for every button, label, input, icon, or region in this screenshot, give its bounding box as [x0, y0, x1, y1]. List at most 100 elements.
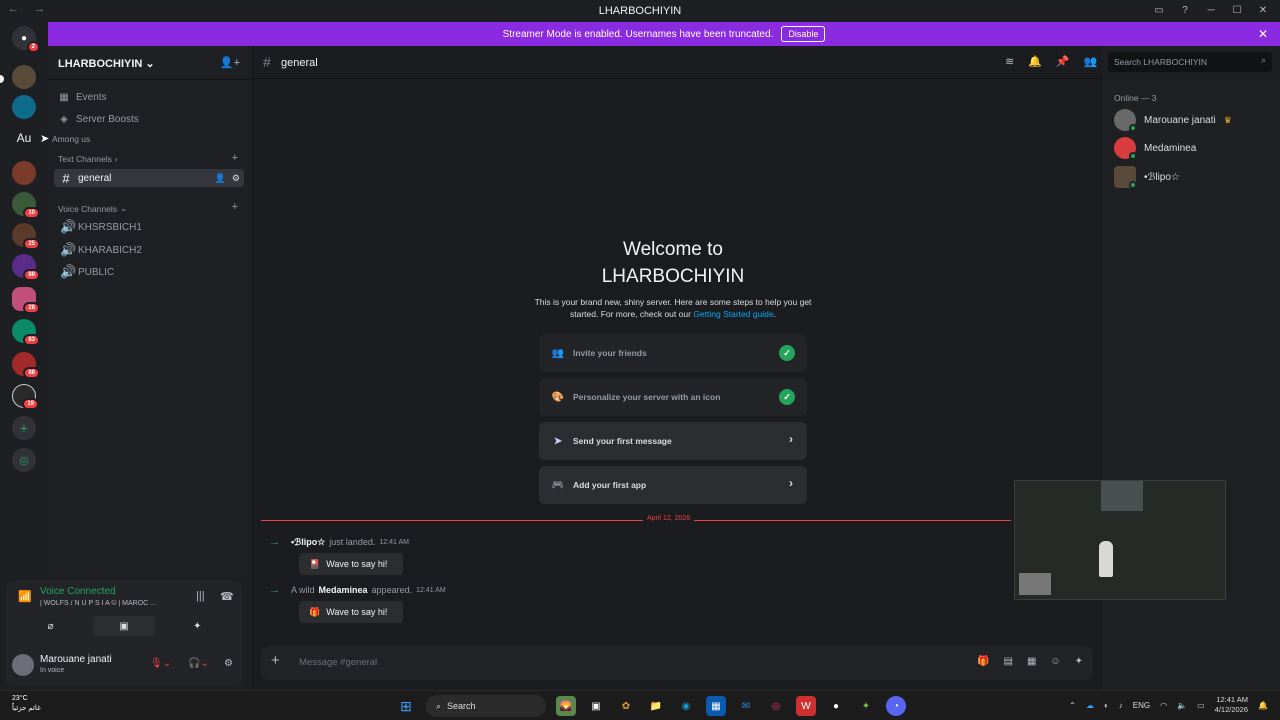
discord-icon[interactable]: ◔: [886, 696, 906, 716]
message-author[interactable]: •ℬlipo☆: [291, 537, 325, 548]
server-among-us[interactable]: Au: [12, 126, 36, 150]
taskbar-clock[interactable]: 12:41 AM 4/12/2026: [1215, 695, 1248, 715]
events-item[interactable]: ▦ Events: [58, 92, 106, 103]
getting-started-link[interactable]: Getting Started guide: [693, 309, 773, 319]
volume-icon[interactable]: 🔈: [1177, 701, 1187, 710]
step-invite-friends[interactable]: 👥 Invite your friends ✓: [539, 334, 807, 372]
create-channel-icon[interactable]: +: [232, 201, 238, 213]
minimize-button[interactable]: ─: [1200, 2, 1222, 18]
home-button[interactable]: ● 2: [12, 26, 40, 53]
apps-icon[interactable]: ✦: [1075, 656, 1083, 667]
server-icon[interactable]: [12, 65, 36, 89]
server-icon[interactable]: 28: [12, 287, 40, 314]
nav-arrows[interactable]: ← →: [8, 3, 51, 15]
server-icon[interactable]: 88: [12, 352, 40, 379]
store-icon[interactable]: ▦: [706, 696, 726, 716]
close-window-button[interactable]: ✕: [1252, 2, 1274, 18]
app-icon[interactable]: ●: [826, 696, 846, 716]
server-icon[interactable]: 83: [12, 319, 40, 346]
threads-icon[interactable]: ≋: [1005, 55, 1014, 68]
notification-bell-icon[interactable]: 🔔: [1258, 701, 1268, 710]
screen-share-icon[interactable]: ▭: [1148, 2, 1170, 18]
edge-icon[interactable]: ◉: [676, 696, 696, 716]
sticker-icon[interactable]: ▦: [1027, 656, 1036, 667]
gift-icon[interactable]: 🎁: [977, 656, 989, 667]
step-send-message[interactable]: ➤ Send your first message ›: [539, 422, 807, 460]
server-icon[interactable]: 10: [12, 192, 40, 219]
noise-suppression-icon[interactable]: |||: [196, 590, 205, 602]
server-icon[interactable]: 88: [12, 254, 40, 281]
camera-off-icon[interactable]: ⌀: [20, 616, 82, 636]
wifi-icon[interactable]: ◠: [1160, 701, 1167, 710]
step-add-app[interactable]: 🎮 Add your first app ›: [539, 466, 807, 504]
message-author[interactable]: Medaminea: [319, 585, 368, 595]
server-icon[interactable]: [12, 161, 36, 185]
voice-channel[interactable]: 🔊 KHARABICH2: [54, 241, 244, 259]
android-icon[interactable]: ✦: [856, 696, 876, 716]
server-icon[interactable]: 25: [12, 223, 40, 250]
explore-icon[interactable]: ◎: [12, 448, 36, 472]
step-label: Invite your friends: [573, 348, 647, 358]
chevron-up-icon[interactable]: ⌃: [1069, 701, 1076, 710]
disconnect-icon[interactable]: ☎: [220, 590, 234, 603]
member-item[interactable]: •ℬlipo☆: [1114, 165, 1180, 189]
voice-channels-category[interactable]: Voice Channels ⌄: [58, 203, 127, 214]
user-panel[interactable]: Marouane janati In voice 🎙⌄ 🎧⌄ ⚙: [12, 650, 236, 680]
text-channels-category[interactable]: Text Channels ›: [58, 154, 118, 164]
search-input[interactable]: Search LHARBOCHIYIN ⌕: [1108, 52, 1272, 72]
help-icon[interactable]: ?: [1174, 2, 1196, 18]
server-boosts-item[interactable]: ◈ Server Boosts: [58, 114, 139, 125]
voice-channel[interactable]: 🔊 PUBLIC: [54, 263, 244, 281]
server-name-header[interactable]: LHARBOCHIYIN ⌄: [58, 57, 155, 70]
activities-icon[interactable]: ✦: [166, 616, 228, 636]
taskbar-search[interactable]: ⌕ Search: [426, 695, 546, 717]
message-composer[interactable]: + Message #general 🎁 ▤ ▦ ☺ ✦: [261, 646, 1093, 680]
attach-plus-icon[interactable]: +: [271, 652, 280, 669]
copilot-icon[interactable]: ✿: [616, 696, 636, 716]
streamer-mode-banner: Streamer Mode is enabled. Usernames have…: [48, 22, 1280, 46]
server-icon[interactable]: 19: [12, 384, 39, 410]
instagram-icon[interactable]: ◎: [766, 696, 786, 716]
invite-member-icon[interactable]: 👤: [215, 173, 226, 184]
server-icon[interactable]: [12, 95, 36, 119]
language-indicator[interactable]: ENG: [1133, 701, 1150, 710]
disable-button[interactable]: Disable: [781, 26, 826, 42]
onedrive-icon[interactable]: ☁: [1086, 701, 1094, 710]
maximize-button[interactable]: ☐: [1226, 2, 1248, 18]
voice-channel[interactable]: 🔊 KHSRSBICH1: [54, 218, 244, 236]
outlook-icon[interactable]: ✉: [736, 696, 756, 716]
channel-general[interactable]: # general 👤 ⚙: [54, 169, 244, 187]
create-channel-icon[interactable]: +: [232, 152, 238, 164]
folder-icon[interactable]: 📁: [646, 696, 666, 716]
close-icon[interactable]: ✕: [1258, 27, 1268, 41]
wave-button[interactable]: 🎁 Wave to say hi!: [299, 601, 403, 623]
channel-label: general: [78, 172, 112, 184]
invite-icon[interactable]: 👤+: [220, 56, 240, 69]
screen-share-icon[interactable]: ▣: [92, 616, 155, 636]
add-server-button[interactable]: +: [12, 416, 36, 440]
task-view-icon[interactable]: ▣: [586, 696, 606, 716]
step-personalize[interactable]: 🎨 Personalize your server with an icon ✓: [539, 378, 807, 416]
gear-icon[interactable]: ⚙: [224, 658, 233, 669]
minimap: [1019, 573, 1051, 595]
deafened-icon[interactable]: 🎧⌄: [188, 658, 209, 669]
member-item[interactable]: Marouane janati ♛: [1114, 108, 1232, 132]
gif-icon[interactable]: ▤: [1003, 656, 1012, 667]
voice-status[interactable]: Voice Connected: [40, 586, 116, 597]
windows-start-icon[interactable]: ⊞: [396, 696, 416, 716]
battery-icon[interactable]: ▭: [1197, 701, 1205, 710]
members-icon[interactable]: 👥: [1084, 55, 1098, 68]
tray-icon[interactable]: ♪: [1119, 701, 1123, 710]
pin-icon[interactable]: 📌: [1056, 55, 1070, 68]
voice-channel-name[interactable]: | WOLFS / N U P S I A © | MAROC ...: [40, 600, 190, 607]
emoji-icon[interactable]: ☺: [1050, 656, 1060, 667]
app-tray-icon[interactable]: ◐: [1104, 701, 1109, 710]
bell-icon[interactable]: 🔔: [1028, 55, 1042, 68]
gear-icon[interactable]: ⚙: [232, 173, 240, 184]
wave-button[interactable]: 🎴 Wave to say hi!: [299, 553, 403, 575]
app-icon[interactable]: W: [796, 696, 816, 716]
member-item[interactable]: Medaminea: [1114, 136, 1196, 160]
mic-muted-icon[interactable]: 🎙⌄: [150, 658, 171, 669]
app-icon[interactable]: 🌄: [556, 696, 576, 716]
weather-widget[interactable]: 23°C غائم جزئياً: [12, 694, 41, 714]
